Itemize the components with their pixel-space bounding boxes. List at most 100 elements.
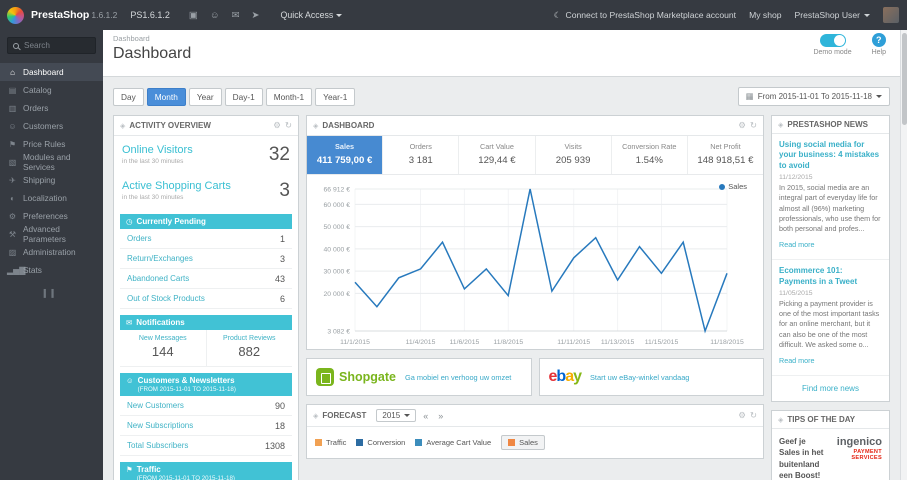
orders-icon: ▥: [8, 103, 17, 113]
sidebar-item-label: Modules and Services: [23, 152, 71, 172]
sidebar-item-localization[interactable]: ◐ Localization: [0, 189, 103, 207]
pending-returns-row[interactable]: Return/Exchanges 3: [120, 249, 292, 269]
kpi-net-profit[interactable]: Net Profit 148 918,51 €: [688, 136, 763, 174]
online-visitors-stat[interactable]: Online Visitors in the last 30 minutes 3…: [114, 136, 298, 172]
refresh-icon[interactable]: ↻: [750, 410, 757, 421]
svg-text:11/6/2015: 11/6/2015: [450, 339, 480, 346]
brand-version: 1.6.1.2: [91, 10, 118, 20]
dashboard-panel: ◈ DASHBOARD ⚙ ↻ Sales 411 759,00 € Order…: [306, 115, 764, 350]
new-messages-cell[interactable]: New Messages 144: [120, 330, 206, 366]
new-subscriptions-row[interactable]: New Subscriptions 18: [120, 416, 292, 436]
product-reviews-cell[interactable]: Product Reviews 882: [205, 330, 293, 366]
forecast-panel: ◈ FORECAST 2015 « » ⚙ ↻ Traffic Conversi…: [306, 404, 764, 459]
sidebar-item-shipping[interactable]: ✈ Shipping: [0, 171, 103, 189]
ingenico-brand: ingenico: [836, 436, 882, 449]
legend-toggle-average-cart-value[interactable]: Average Cart Value: [415, 438, 491, 447]
traffic-title: Traffic: [136, 465, 161, 474]
kpi-orders[interactable]: Orders 3 181: [383, 136, 460, 174]
dashboard-panel-title: DASHBOARD: [322, 121, 375, 130]
out-of-stock-row[interactable]: Out of Stock Products 6: [120, 289, 292, 309]
sidebar-item-stats[interactable]: ▂▅▇ Stats: [0, 261, 103, 279]
ebay-logo: ebay: [548, 368, 582, 385]
person-icon[interactable]: ☺: [210, 10, 220, 21]
demo-mode-toggle[interactable]: [819, 34, 846, 47]
quick-access-menu[interactable]: Quick Access: [281, 10, 343, 20]
tab-year[interactable]: Year: [188, 87, 222, 106]
date-range-picker[interactable]: ▦ From 2015-11-01 To 2015-11-18: [737, 87, 890, 106]
gear-icon[interactable]: ⚙: [738, 120, 746, 131]
my-shop-link[interactable]: My shop: [749, 10, 781, 20]
sidebar-item-customers[interactable]: ☺ Customers: [0, 117, 103, 135]
chart-legend: Sales: [719, 182, 747, 191]
ebay-link[interactable]: Start uw eBay-winkel vandaag: [590, 373, 689, 382]
read-more-link[interactable]: Read more: [779, 240, 815, 249]
svg-text:3 082 €: 3 082 €: [327, 328, 350, 335]
tab-day[interactable]: Day: [113, 87, 144, 106]
ingenico-subtitle: PAYMENT SERVICES: [851, 449, 882, 462]
forecast-next-button[interactable]: »: [435, 411, 446, 421]
legend-toggle-conversion[interactable]: Conversion: [356, 438, 405, 447]
kpi-visits[interactable]: Visits 205 939: [536, 136, 612, 174]
abandoned-carts-row[interactable]: Abandoned Carts 43: [120, 269, 292, 289]
kpi-sales[interactable]: Sales 411 759,00 €: [307, 136, 384, 174]
prestashop-news-panel: ◈ PRESTASHOP NEWS Using social media for…: [771, 115, 890, 403]
page-title: Dashboard: [113, 45, 192, 62]
refresh-icon[interactable]: ↻: [750, 120, 757, 131]
forecast-prev-button[interactable]: «: [420, 411, 431, 421]
find-more-news-link[interactable]: Find more news: [772, 376, 889, 401]
sidebar-item-label: Dashboard: [23, 67, 64, 77]
gear-icon[interactable]: ⚙: [273, 120, 281, 131]
user-menu[interactable]: PrestaShop User: [795, 10, 870, 20]
active-carts-stat[interactable]: Active Shopping Carts in the last 30 min…: [114, 172, 298, 208]
date-toolbar: Day Month Year Day-1 Month-1 Year-1 ▦ Fr…: [103, 77, 900, 115]
preferences-icon: ⚙: [8, 211, 17, 221]
sidebar-search-input[interactable]: Search: [7, 37, 96, 54]
sidebar-item-price-rules[interactable]: ⚑ Price Rules: [0, 135, 103, 153]
svg-text:11/8/2015: 11/8/2015: [493, 339, 523, 346]
tab-year-1[interactable]: Year-1: [315, 87, 356, 106]
refresh-icon[interactable]: ↻: [285, 120, 292, 131]
new-customers-row[interactable]: New Customers 90: [120, 396, 292, 416]
article-title-link[interactable]: Using social media for your business: 4 …: [779, 140, 882, 171]
sidebar-item-modules[interactable]: ▧ Modules and Services: [0, 152, 103, 172]
total-subscribers-row[interactable]: Total Subscribers 1308: [120, 436, 292, 456]
ebay-module-card: ebay Start uw eBay-winkel vandaag: [538, 358, 764, 396]
kpi-cart-value[interactable]: Cart Value 129,44 €: [459, 136, 536, 174]
mail-icon[interactable]: ✉: [232, 10, 240, 21]
cart-icon[interactable]: ▣: [189, 10, 198, 21]
kpi-conversion-rate[interactable]: Conversion Rate 1.54%: [612, 136, 688, 174]
sidebar-item-dashboard[interactable]: ⌂ Dashboard: [0, 63, 103, 81]
shopgate-icon: [316, 368, 334, 386]
flag-icon: ⚑: [126, 465, 133, 474]
customers-newsletters-range: (FROM 2015-11-01 TO 2015-11-18): [137, 386, 236, 393]
sales-line-chart: 66 912 € 60 000 € 50 000 € 40 000 € 30 000 €…: [324, 186, 744, 346]
sidebar-item-advanced-parameters[interactable]: ⚒ Advanced Parameters: [0, 224, 103, 244]
shop-name: PS1.6.1.2: [130, 10, 170, 20]
read-more-link[interactable]: Read more: [779, 356, 815, 365]
user-avatar[interactable]: [883, 7, 899, 23]
page-header: Dashboard Dashboard Demo mode ? Help: [103, 30, 900, 77]
sidebar-item-orders[interactable]: ▥ Orders: [0, 99, 103, 117]
shopgate-link[interactable]: Ga mobiel en verhoog uw omzet: [405, 373, 511, 382]
marketplace-link[interactable]: ☾ Connect to PrestaShop Marketplace accou…: [554, 10, 736, 21]
sidebar-item-preferences[interactable]: ⚙ Preferences: [0, 207, 103, 225]
sidebar-item-label: Price Rules: [23, 139, 66, 149]
tab-day-1[interactable]: Day-1: [224, 87, 263, 106]
legend-toggle-sales[interactable]: Sales: [501, 435, 545, 450]
scrollbar-thumb[interactable]: [902, 33, 907, 125]
article-title-link[interactable]: Ecommerce 101: Payments in a Tweet: [779, 266, 882, 287]
pending-orders-row[interactable]: Orders 1: [120, 229, 292, 249]
forecast-year-select[interactable]: 2015: [376, 409, 417, 422]
tab-month-1[interactable]: Month-1: [265, 87, 313, 106]
help-icon[interactable]: ?: [871, 33, 886, 47]
svg-text:11/15/2015: 11/15/2015: [645, 339, 679, 346]
legend-toggle-traffic[interactable]: Traffic: [315, 438, 346, 447]
sidebar-menu: ⌂ Dashboard ▤ Catalog ▥ Orders ☺ Customers ⚑…: [0, 63, 103, 279]
launch-icon[interactable]: ➤: [252, 10, 260, 21]
gear-icon[interactable]: ⚙: [738, 410, 746, 421]
sidebar-item-catalog[interactable]: ▤ Catalog: [0, 81, 103, 99]
tips-of-the-day-panel: ◈ TIPS OF THE DAY Geef je Sales in het b…: [771, 410, 890, 480]
sidebar-collapse-button[interactable]: ▍▍: [0, 289, 103, 298]
sidebar-item-administration[interactable]: ▨ Administration: [0, 243, 103, 261]
tab-month[interactable]: Month: [146, 87, 186, 106]
